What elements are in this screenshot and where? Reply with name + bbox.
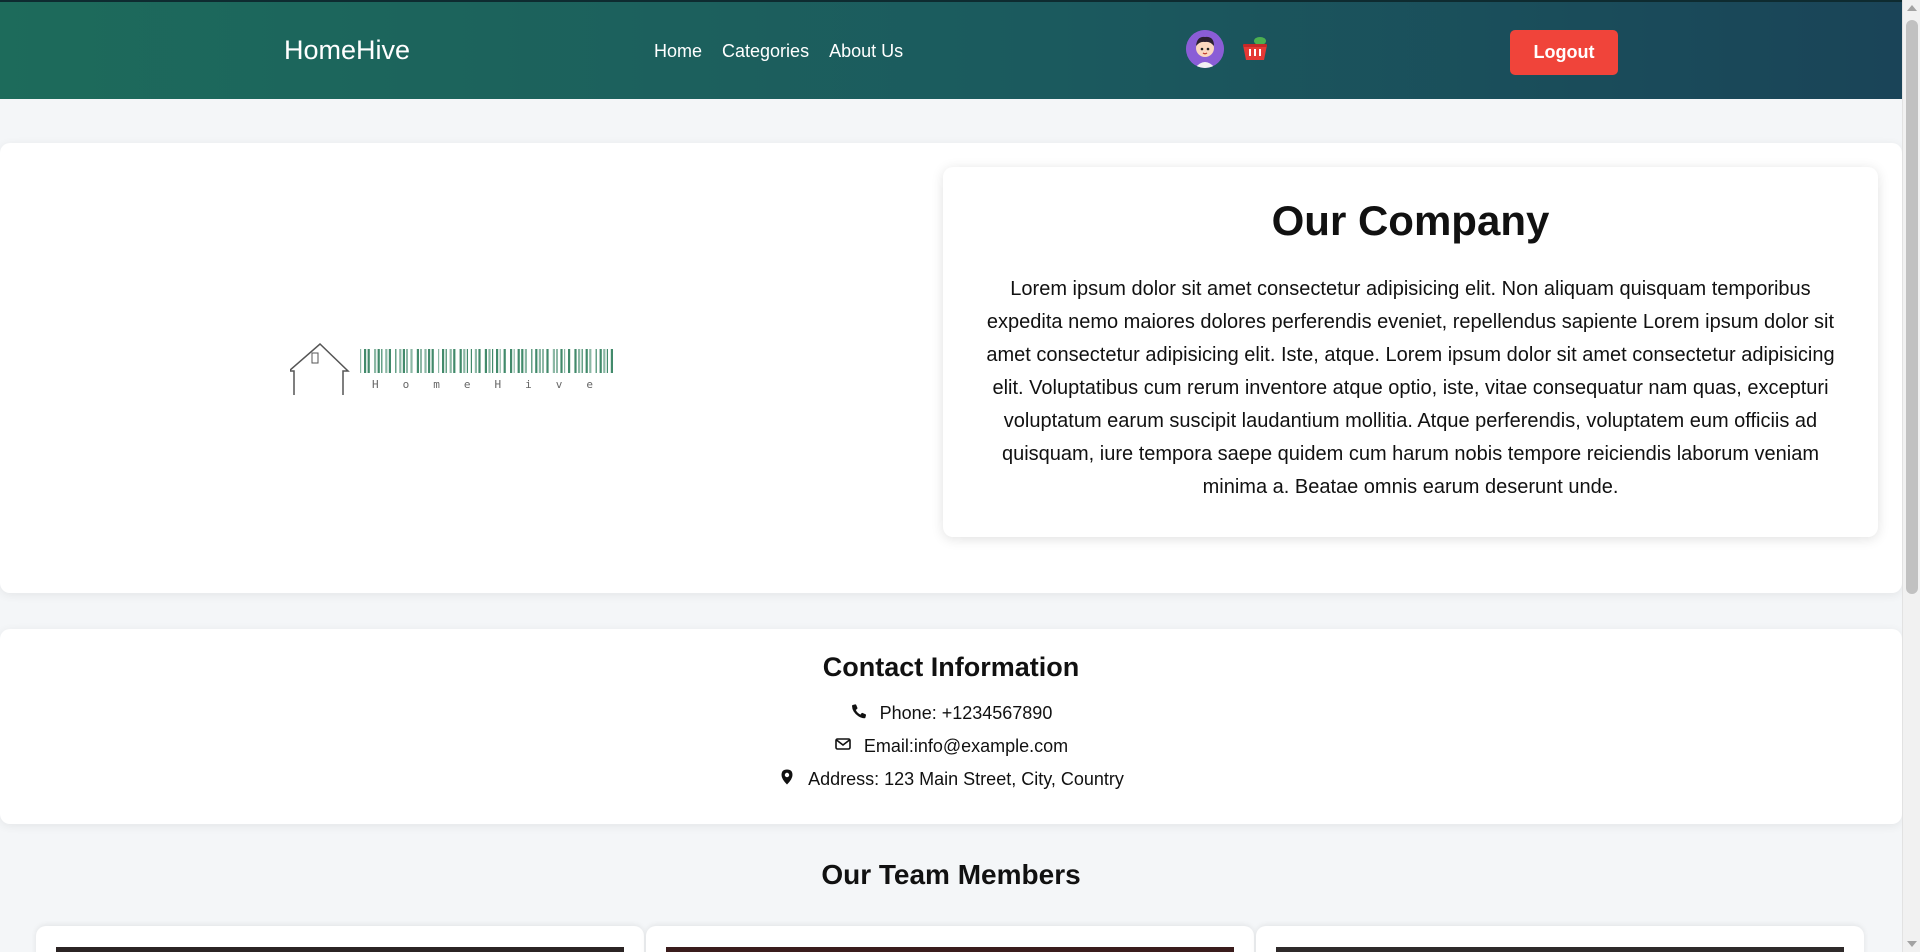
team-title: Our Team Members: [821, 859, 1081, 890]
map-pin-icon: [778, 768, 796, 791]
company-info-card: Our Company Lorem ipsum dolor sit amet c…: [943, 167, 1878, 537]
company-section: HomeHive Our Company Lorem ipsum dolor s…: [0, 143, 1902, 593]
contact-title: Contact Information: [822, 652, 1080, 682]
scroll-up-arrow-icon[interactable]: [1907, 5, 1917, 11]
contact-email: Email:info@example.com: [0, 730, 1902, 763]
vertical-scrollbar[interactable]: [1902, 0, 1920, 952]
contact-address: Address: 123 Main Street, City, Country: [0, 763, 1902, 796]
navbar: HomeHive Home Categories About Us Logout: [0, 0, 1902, 99]
team-member-card[interactable]: [36, 926, 644, 952]
scroll-down-arrow-icon[interactable]: [1907, 941, 1917, 947]
team-member-card[interactable]: [1256, 926, 1864, 952]
nav-links: Home Categories About Us: [654, 41, 903, 62]
nav-link-about-us[interactable]: About Us: [829, 41, 903, 62]
user-avatar-icon[interactable]: [1186, 30, 1224, 68]
nav-link-home[interactable]: Home: [654, 41, 702, 62]
brand-name[interactable]: HomeHive: [284, 35, 410, 66]
logout-button[interactable]: Logout: [1510, 30, 1618, 75]
address-text: Address: 123 Main Street, City, Country: [808, 769, 1124, 789]
shopping-basket-icon[interactable]: [1240, 34, 1270, 64]
phone-text: Phone: +1234567890: [879, 703, 1053, 723]
nav-link-categories[interactable]: Categories: [722, 41, 809, 62]
contact-section: Contact Information Phone: +1234567890 E…: [0, 629, 1902, 824]
contact-phone: Phone: +1234567890: [0, 697, 1902, 730]
phone-icon: [850, 702, 868, 725]
team-member-card[interactable]: [646, 926, 1254, 952]
email-text: Email:info@example.com: [863, 736, 1069, 756]
company-title: Our Company: [1271, 197, 1550, 244]
company-description: Lorem ipsum dolor sit amet consectetur a…: [986, 278, 1835, 498]
envelope-icon: [834, 735, 852, 758]
homehive-logo: HomeHive: [286, 341, 680, 401]
svg-text:HomeHive: HomeHive: [372, 378, 617, 391]
scrollbar-thumb[interactable]: [1906, 20, 1918, 594]
